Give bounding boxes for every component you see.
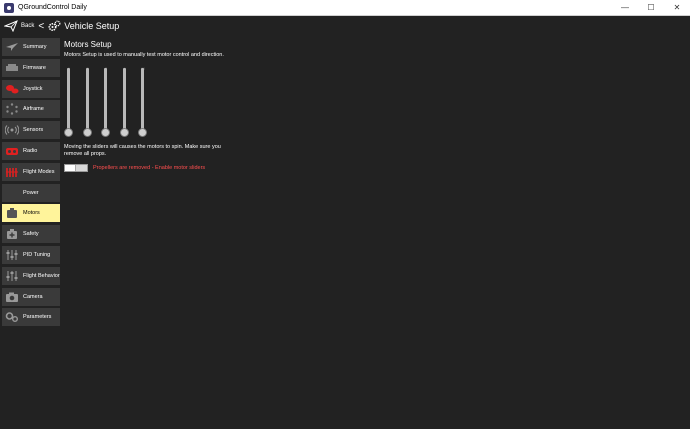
sidebar-item-power[interactable]: Power <box>2 183 60 202</box>
sidebar-item-safety[interactable]: Safety <box>2 225 60 244</box>
parameters-icon <box>5 311 19 323</box>
sidebar-item-label: Motors <box>23 210 40 217</box>
sidebar-item-flight-behavior[interactable]: Flight Behavior <box>2 266 60 285</box>
maximize-button[interactable]: ☐ <box>638 0 664 15</box>
enable-sliders-row: Propellers are removed - Enable motor sl… <box>64 164 205 172</box>
window-title-bar: QGroundControl Daily — ☐ ✕ <box>0 0 690 16</box>
radio-icon <box>5 145 19 157</box>
motor-slider-3[interactable]: 3 <box>101 66 111 138</box>
sidebar-item-joystick[interactable]: Joystick <box>2 79 60 98</box>
slider-track <box>104 68 107 132</box>
back-button[interactable]: Back <box>4 20 34 32</box>
airframe-icon <box>5 103 19 116</box>
back-label: Back <box>21 23 35 29</box>
sidebar-item-label: Flight Modes <box>23 168 55 175</box>
enable-motor-sliders-label: Propellers are removed - Enable motor sl… <box>93 165 206 171</box>
chevron-left-icon: < <box>38 20 45 32</box>
sidebar-item-label: Flight Behavior <box>23 272 60 279</box>
window-controls: — ☐ ✕ <box>612 0 690 15</box>
gears-icon <box>48 20 61 32</box>
close-button[interactable]: ✕ <box>664 0 690 15</box>
sidebar-item-label: Summary <box>23 44 47 50</box>
paper-plane-icon <box>4 20 18 32</box>
sidebar-item-motors[interactable]: Motors <box>2 204 60 223</box>
sidebar-item-pid-tuning[interactable]: PID Tuning <box>2 245 60 264</box>
firmware-icon <box>5 62 19 74</box>
motors-setup-panel: Motors Setup Motors Setup is used to man… <box>64 38 684 428</box>
sidebar-item-firmware[interactable]: Firmware <box>2 58 60 77</box>
joystick-icon <box>5 83 19 95</box>
sidebar-item-label: PID Tuning <box>23 251 51 258</box>
slider-track <box>141 68 144 132</box>
enable-motor-sliders-switch[interactable] <box>64 164 88 172</box>
minimize-button[interactable]: — <box>612 0 638 15</box>
motor-slider-2[interactable]: 2 <box>82 66 93 138</box>
power-icon <box>5 187 19 199</box>
sidebar-item-label: Airframe <box>23 106 44 113</box>
pid-tuning-icon <box>5 249 19 261</box>
sensors-icon <box>5 124 19 136</box>
app-header: Back < Vehicle Setup <box>0 16 690 36</box>
sidebar-item-label: Power <box>23 189 39 196</box>
slider-track <box>85 68 89 132</box>
switch-knob <box>65 165 76 171</box>
page-title: Motors Setup <box>64 40 112 49</box>
motor-sliders: 1 2 3 4 All <box>64 66 164 138</box>
motor-slider-1[interactable]: 1 <box>64 66 74 138</box>
sidebar-item-label: Camera <box>23 293 43 300</box>
qgc-app-icon <box>4 2 14 13</box>
sidebar-item-summary[interactable]: Summary <box>2 38 60 56</box>
slider-thumb[interactable] <box>138 128 147 137</box>
sidebar-item-label: Radio <box>23 147 38 154</box>
sidebar-item-label: Sensors <box>23 127 44 134</box>
sidebar-item-label: Parameters <box>23 314 52 321</box>
sidebar-item-label: Firmware <box>23 64 46 71</box>
motors-icon <box>5 207 19 219</box>
sidebar-item-camera[interactable]: Camera <box>2 287 60 306</box>
plane-icon <box>5 41 19 53</box>
page-header-title: Vehicle Setup <box>64 21 120 31</box>
slider-thumb[interactable] <box>64 128 73 137</box>
sidebar-item-radio[interactable]: Radio <box>2 141 60 160</box>
sidebar-item-label: Joystick <box>23 85 43 92</box>
slider-thumb[interactable] <box>101 128 110 137</box>
motor-slider-4[interactable]: 4 <box>119 66 130 138</box>
motor-slider-all[interactable]: All <box>138 66 148 138</box>
slider-thumb[interactable] <box>119 128 129 137</box>
sidebar-item-parameters[interactable]: Parameters <box>2 308 60 327</box>
page-description: Motors Setup is used to manually test mo… <box>64 52 224 58</box>
sidebar-item-flight-modes[interactable]: Flight Modes <box>2 162 60 181</box>
flight-modes-icon <box>5 166 19 178</box>
flight-behavior-icon <box>5 270 19 282</box>
spin-warning-text: Moving the sliders will causes the motor… <box>64 144 221 157</box>
safety-icon <box>5 228 19 240</box>
camera-icon <box>5 291 19 303</box>
slider-thumb[interactable] <box>82 128 92 137</box>
setup-sidebar: Summary Firmware Joystick Airframe Senso… <box>2 38 62 329</box>
slider-track <box>122 68 126 132</box>
sidebar-item-airframe[interactable]: Airframe <box>2 100 60 119</box>
sidebar-item-sensors[interactable]: Sensors <box>2 121 60 140</box>
slider-track <box>67 68 70 132</box>
sidebar-item-label: Safety <box>23 231 39 238</box>
window-title: QGroundControl Daily <box>18 4 87 11</box>
